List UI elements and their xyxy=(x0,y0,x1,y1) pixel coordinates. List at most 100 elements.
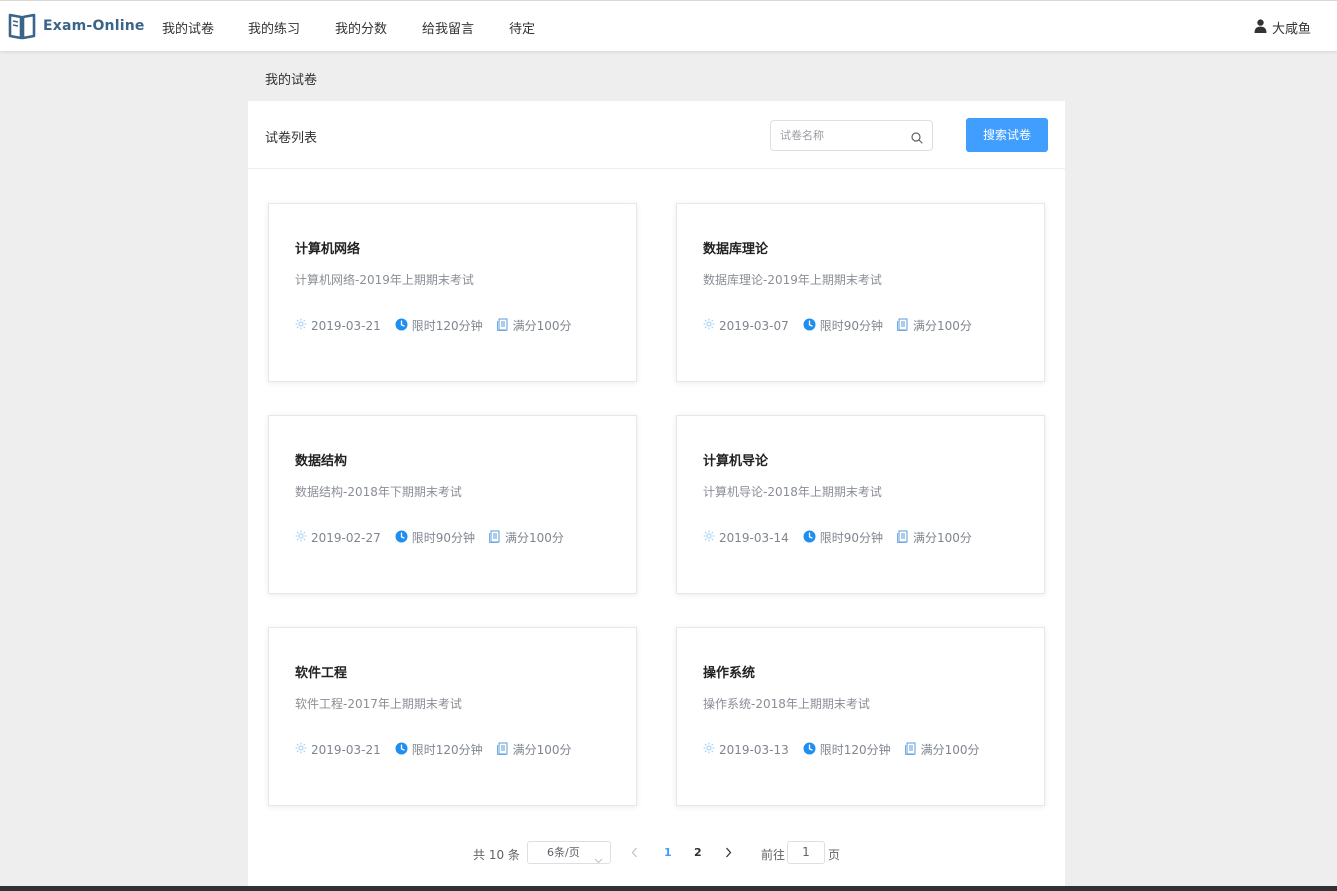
time-limit: 限时90分钟 xyxy=(411,531,476,545)
time-meta: 限时120分钟 xyxy=(803,741,891,758)
date-meta: 2019-03-13 xyxy=(703,742,789,757)
sun-icon xyxy=(703,530,719,545)
time-limit: 限时90分钟 xyxy=(819,531,884,545)
nav-my-papers[interactable]: 我的试卷 xyxy=(162,18,214,37)
document-icon xyxy=(496,318,513,334)
document-icon xyxy=(897,530,913,546)
nav-my-scores[interactable]: 我的分数 xyxy=(335,18,387,37)
card-description: 计算机网络-2019年上期期末考试 xyxy=(295,273,474,287)
full-score: 满分100分 xyxy=(913,531,972,545)
card-title: 计算机导论 xyxy=(703,454,769,469)
top-nav-bar: Exam-Online 我的试卷 我的练习 我的分数 给我留言 待定 大咸鱼 xyxy=(0,0,1337,51)
paper-card[interactable]: 计算机网络 计算机网络-2019年上期期末考试 2019-03-21 限时120… xyxy=(268,203,637,382)
sun-icon xyxy=(295,530,311,545)
card-meta: 2019-03-14 限时90分钟 满分100分 xyxy=(703,529,986,546)
page-size-select[interactable]: 6条/页 xyxy=(527,841,611,864)
document-icon xyxy=(904,742,921,758)
logo[interactable]: Exam-Online xyxy=(8,12,145,40)
nav-leave-message[interactable]: 给我留言 xyxy=(422,18,474,37)
card-description: 数据库理论-2019年上期期末考试 xyxy=(703,273,882,287)
paper-date: 2019-03-21 xyxy=(311,742,381,757)
time-meta: 限时90分钟 xyxy=(803,529,883,546)
score-meta: 满分100分 xyxy=(496,317,572,334)
card-title: 数据结构 xyxy=(295,454,348,469)
search-button[interactable]: 搜索试卷 xyxy=(966,118,1048,152)
panel-title: 试卷列表 xyxy=(265,131,318,146)
page-number-1[interactable]: 1 xyxy=(664,846,672,859)
card-title: 数据库理论 xyxy=(703,242,769,257)
document-icon xyxy=(897,318,913,334)
search-icon[interactable] xyxy=(911,129,923,148)
nav-pending[interactable]: 待定 xyxy=(509,18,535,37)
sun-icon xyxy=(295,742,311,757)
paper-card[interactable]: 操作系统 操作系统-2018年上期期末考试 2019-03-13 限时120分钟… xyxy=(676,627,1045,806)
clock-icon xyxy=(803,530,820,546)
next-page-button[interactable] xyxy=(725,847,732,861)
full-score: 满分100分 xyxy=(913,319,972,333)
page-number-2[interactable]: 2 xyxy=(694,846,702,859)
card-description: 操作系统-2018年上期期末考试 xyxy=(703,697,870,711)
full-score: 满分100分 xyxy=(512,319,572,333)
clock-icon xyxy=(803,318,820,334)
logo-text: Exam-Online xyxy=(43,18,145,34)
full-score: 满分100分 xyxy=(512,743,572,757)
time-meta: 限时90分钟 xyxy=(395,529,475,546)
page-suffix: 页 xyxy=(828,848,841,862)
search-box xyxy=(770,120,933,151)
clock-icon xyxy=(803,742,820,758)
paper-card[interactable]: 软件工程 软件工程-2017年上期期末考试 2019-03-21 限时120分钟… xyxy=(268,627,637,806)
date-meta: 2019-02-27 xyxy=(295,530,381,545)
full-score: 满分100分 xyxy=(920,743,980,757)
card-meta: 2019-03-07 限时90分钟 满分100分 xyxy=(703,317,986,334)
paper-date: 2019-03-21 xyxy=(311,318,381,333)
paper-card[interactable]: 数据库理论 数据库理论-2019年上期期末考试 2019-03-07 限时90分… xyxy=(676,203,1045,382)
sun-icon xyxy=(295,318,311,333)
card-meta: 2019-03-21 限时120分钟 满分100分 xyxy=(295,741,586,758)
time-limit: 限时90分钟 xyxy=(819,319,884,333)
user-icon xyxy=(1254,18,1272,37)
document-icon xyxy=(489,530,505,546)
time-meta: 限时90分钟 xyxy=(803,317,883,334)
paper-date: 2019-03-14 xyxy=(719,530,789,545)
time-meta: 限时120分钟 xyxy=(395,741,483,758)
paper-list-panel: 试卷列表 搜索试卷 计算机网络 计算机网络-2019年上期期末考试 2019-0… xyxy=(248,101,1065,891)
bottom-edge xyxy=(0,886,1337,891)
user-menu[interactable]: 大咸鱼 xyxy=(1254,18,1311,37)
open-book-icon xyxy=(8,12,36,40)
goto-page-input[interactable]: 1 xyxy=(787,841,825,864)
score-meta: 满分100分 xyxy=(904,741,980,758)
paper-card[interactable]: 数据结构 数据结构-2018年下期期末考试 2019-02-27 限时90分钟 … xyxy=(268,415,637,594)
time-limit: 限时120分钟 xyxy=(819,743,891,757)
nav-my-practice[interactable]: 我的练习 xyxy=(248,18,300,37)
date-meta: 2019-03-21 xyxy=(295,742,381,757)
clock-icon xyxy=(395,530,412,546)
total-count: 共 10 条 xyxy=(473,848,520,862)
user-name: 大咸鱼 xyxy=(1271,22,1311,37)
paper-date: 2019-03-07 xyxy=(719,318,789,333)
time-meta: 限时120分钟 xyxy=(395,317,483,334)
pagination: 共 10 条 6条/页 1 2 前往 1 页 xyxy=(248,841,1065,865)
chevron-down-icon xyxy=(594,850,603,871)
sun-icon xyxy=(703,742,719,757)
breadcrumb: 我的试卷 xyxy=(265,73,318,88)
time-limit: 限时120分钟 xyxy=(411,319,483,333)
document-icon xyxy=(496,742,513,758)
chevron-right-icon xyxy=(725,847,732,861)
card-meta: 2019-02-27 限时90分钟 满分100分 xyxy=(295,529,578,546)
card-title: 操作系统 xyxy=(703,666,756,681)
search-input[interactable] xyxy=(780,121,910,150)
clock-icon xyxy=(395,318,412,334)
score-meta: 满分100分 xyxy=(897,317,972,334)
full-score: 满分100分 xyxy=(505,531,564,545)
score-meta: 满分100分 xyxy=(496,741,572,758)
sun-icon xyxy=(703,318,719,333)
prev-page-button[interactable] xyxy=(631,847,638,861)
paper-date: 2019-02-27 xyxy=(311,530,381,545)
card-title: 软件工程 xyxy=(295,666,348,681)
card-description: 软件工程-2017年上期期末考试 xyxy=(295,697,462,711)
date-meta: 2019-03-21 xyxy=(295,318,381,333)
score-meta: 满分100分 xyxy=(489,529,564,546)
card-description: 计算机导论-2018年上期期末考试 xyxy=(703,485,882,499)
chevron-left-icon xyxy=(631,847,638,861)
paper-card[interactable]: 计算机导论 计算机导论-2018年上期期末考试 2019-03-14 限时90分… xyxy=(676,415,1045,594)
